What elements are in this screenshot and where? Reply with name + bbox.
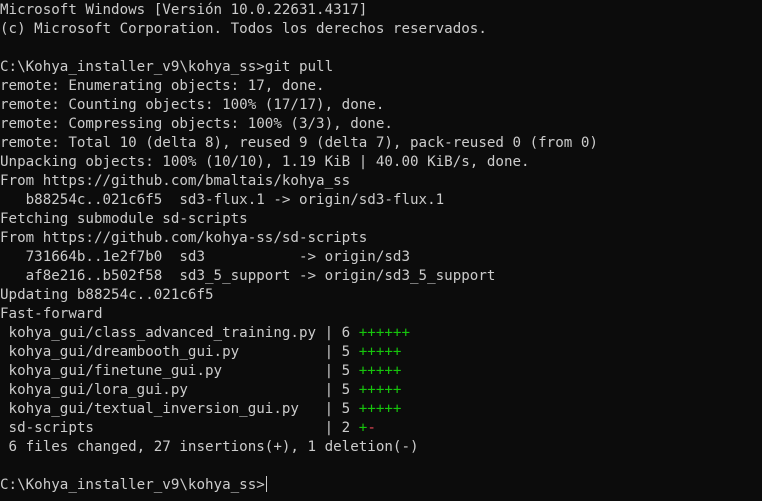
diffstat-count: 5: [341, 401, 359, 417]
output-line: Unpacking objects: 100% (10/10), 1.19 Ki…: [0, 154, 530, 170]
command-text: git pull: [264, 59, 334, 75]
output-line: Fast-forward: [0, 306, 103, 322]
diffstat-plus: +++++: [358, 401, 402, 417]
prompt: C:\Kohya_installer_v9\kohya_ss>: [0, 477, 265, 493]
terminal-window[interactable]: Microsoft Windows [Versión 10.0.22631.43…: [0, 0, 762, 501]
diffstat-line: kohya_gui/class_advanced_training.py | 6…: [0, 324, 762, 343]
output-line: Updating b88254c..021c6f5: [0, 287, 214, 303]
output-line: af8e216..b502f58 sd3_5_support -> origin…: [0, 268, 496, 284]
input-line[interactable]: C:\Kohya_installer_v9\kohya_ss>: [0, 476, 762, 495]
diffstat-line: kohya_gui/dreambooth_gui.py | 5 +++++: [0, 343, 762, 362]
diffstat-plus: ++++++: [358, 325, 411, 341]
output-line: remote: Counting objects: 100% (17/17), …: [0, 97, 385, 113]
summary-line: 6 files changed, 27 insertions(+), 1 del…: [0, 439, 419, 455]
diffstat-path: kohya_gui/textual_inversion_gui.py |: [0, 401, 342, 417]
diffstat-line: kohya_gui/textual_inversion_gui.py | 5 +…: [0, 400, 762, 419]
diffstat-path: kohya_gui/lora_gui.py |: [0, 382, 342, 398]
diffstat-minus: -: [367, 420, 376, 436]
diffstat-count: 6: [341, 325, 359, 341]
diffstat-plus: +++++: [358, 344, 402, 360]
output-line: From https://github.com/kohya-ss/sd-scri…: [0, 230, 368, 246]
output-line: Fetching submodule sd-scripts: [0, 211, 248, 227]
diffstat-path: kohya_gui/class_advanced_training.py |: [0, 325, 342, 341]
header-line: Microsoft Windows [Versión 10.0.22631.43…: [0, 2, 368, 18]
diffstat-plus: +++++: [358, 363, 402, 379]
diffstat-line: kohya_gui/finetune_gui.py | 5 +++++: [0, 362, 762, 381]
diffstat-plus: +++++: [358, 382, 402, 398]
text-cursor: [265, 476, 267, 492]
diffstat-count: 5: [341, 382, 359, 398]
diffstat-count: 5: [341, 363, 359, 379]
output-line: 731664b..1e2f7b0 sd3 -> origin/sd3: [0, 249, 410, 265]
output-line: remote: Enumerating objects: 17, done.: [0, 78, 325, 94]
diffstat-line: sd-scripts | 2 +-: [0, 419, 762, 438]
diffstat-path: kohya_gui/dreambooth_gui.py |: [0, 344, 342, 360]
prompt: C:\Kohya_installer_v9\kohya_ss>: [0, 59, 265, 75]
diffstat-path: kohya_gui/finetune_gui.py |: [0, 363, 342, 379]
diffstat-count: 2: [341, 420, 359, 436]
header-line: (c) Microsoft Corporation. Todos los der…: [0, 21, 487, 37]
diffstat-line: kohya_gui/lora_gui.py | 5 +++++: [0, 381, 762, 400]
command-line: C:\Kohya_installer_v9\kohya_ss>git pull: [0, 58, 762, 77]
output-line: remote: Compressing objects: 100% (3/3),…: [0, 116, 393, 132]
output-line: remote: Total 10 (delta 8), reused 9 (de…: [0, 135, 598, 151]
output-line: b88254c..021c6f5 sd3-flux.1 -> origin/sd…: [0, 192, 445, 208]
diffstat-path: sd-scripts |: [0, 420, 342, 436]
output-line: From https://github.com/bmaltais/kohya_s…: [0, 173, 351, 189]
diffstat-count: 5: [341, 344, 359, 360]
